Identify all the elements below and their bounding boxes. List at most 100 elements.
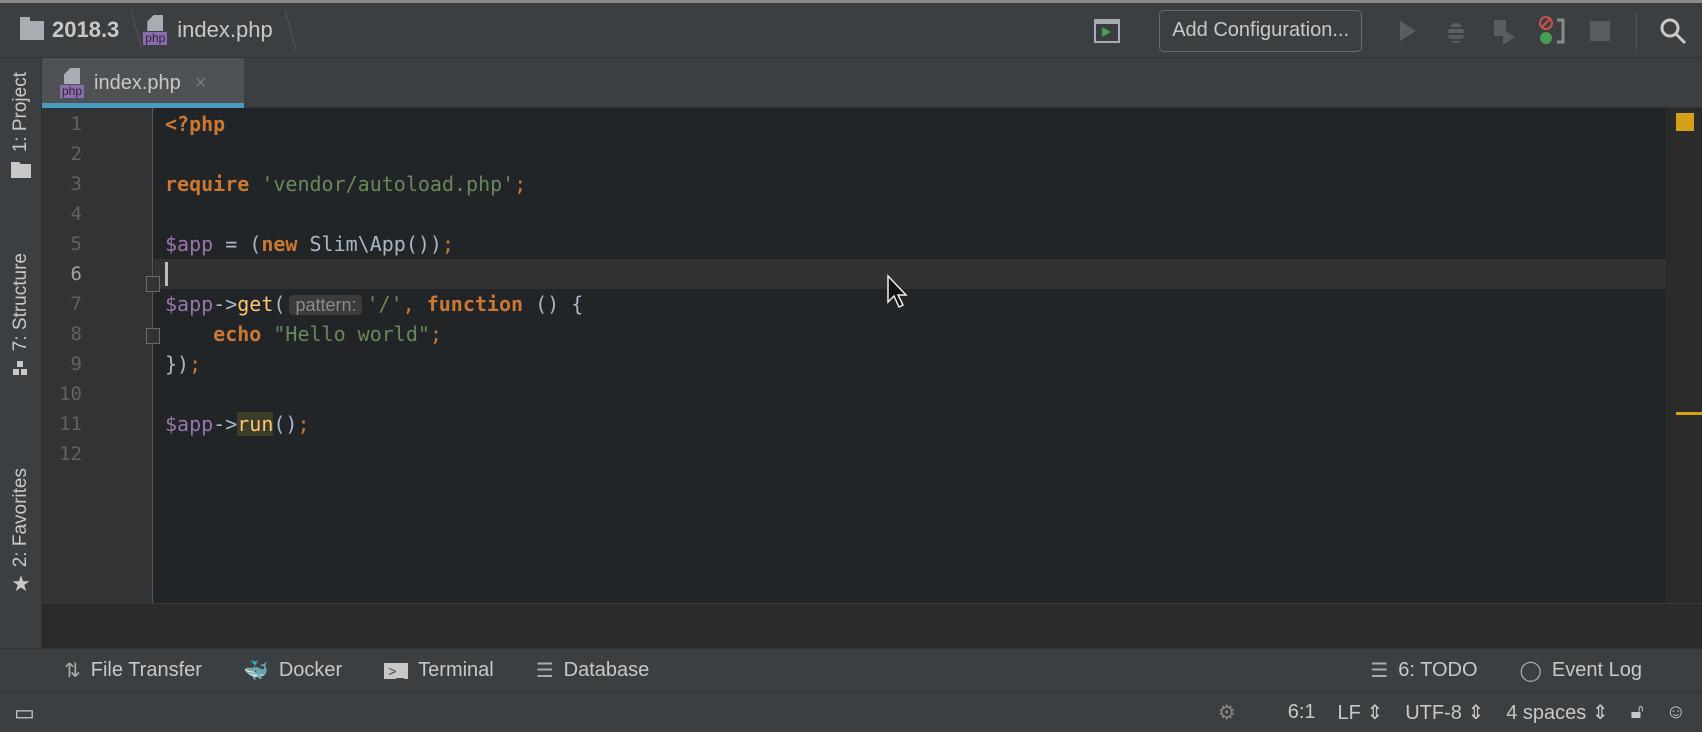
indent-setting[interactable]: 4 spaces ⇕ [1506, 700, 1608, 725]
fold-end-icon[interactable] [146, 328, 160, 344]
close-tab-icon[interactable]: × [195, 72, 207, 95]
line-gutter: 1 2 3 4 5 6 7 8 9 10 11 12 [42, 108, 153, 603]
terminal-icon: >_ [384, 662, 409, 679]
tool-tab-structure[interactable]: 7: Structure [0, 253, 42, 377]
tool-file-transfer[interactable]: ⇅ File Transfer [64, 658, 202, 683]
toggle-tool-windows-icon[interactable]: ▭ [14, 700, 35, 726]
line-number: 11 [59, 413, 82, 435]
navigation-bar: 2018.3 php index.php Add Configuration..… [0, 0, 1702, 58]
line-number: 9 [70, 353, 82, 375]
tool-docker[interactable]: 🐳 Docker [244, 658, 342, 683]
folder-icon [20, 16, 44, 40]
left-tool-strip: 1: Project 7: Structure 2: Favorites ★ [0, 58, 42, 648]
mouse-cursor-icon [887, 274, 908, 309]
code-token: -> [213, 412, 238, 436]
code-line[interactable] [154, 439, 1666, 469]
coverage-icon[interactable] [1489, 16, 1519, 46]
code-token: () { [523, 292, 584, 316]
code-token: () [273, 412, 298, 436]
stop-icon[interactable] [1585, 16, 1615, 46]
code-token: echo [213, 322, 262, 346]
inspection-settings-icon[interactable]: ⚙ [1218, 700, 1236, 725]
lock-icon[interactable]: 🔓︎ [1631, 701, 1644, 724]
code-area[interactable]: <?php require 'vendor/autoload.php'; $app … [154, 108, 1666, 603]
code-line[interactable]: $app->run(); [154, 409, 1666, 439]
line-number: 1 [70, 113, 82, 135]
tool-event-log[interactable]: ◯ Event Log [1520, 658, 1642, 683]
code-token: "Hello world" [273, 322, 430, 346]
text-caret [165, 262, 168, 286]
code-token: ; [514, 172, 527, 196]
code-line[interactable]: require 'vendor/autoload.php'; [154, 169, 1666, 199]
code-token: new [261, 232, 298, 256]
breadcrumb-separator [273, 10, 297, 50]
toolbar-divider [1636, 11, 1637, 50]
code-token: }) [165, 352, 190, 376]
listen-debug-icon[interactable] [1537, 15, 1567, 46]
tool-database[interactable]: ☰ Database [536, 658, 650, 683]
code-token: ; [297, 412, 310, 436]
breadcrumb-file[interactable]: index.php [177, 17, 272, 43]
tool-tab-project[interactable]: 1: Project [0, 72, 42, 179]
tool-todo[interactable]: ☰ 6: TODO [1370, 658, 1477, 683]
tool-tab-favorites[interactable]: 2: Favorites ★ [0, 468, 42, 597]
code-line[interactable]: }); [154, 349, 1666, 379]
run-anything-icon[interactable] [1092, 16, 1122, 46]
usage-marker[interactable] [1676, 412, 1702, 415]
line-number: 3 [70, 173, 82, 195]
line-number: 2 [70, 143, 82, 165]
parameter-hint: pattern: [289, 295, 363, 315]
event-log-icon: ◯ [1519, 660, 1542, 682]
fold-start-icon[interactable] [146, 276, 160, 292]
tab-index-php[interactable]: php index.php × [42, 58, 244, 108]
code-token: function [426, 292, 524, 316]
structure-icon [13, 361, 27, 376]
line-separator[interactable]: LF ⇕ [1338, 700, 1384, 725]
code-editor[interactable]: 1 2 3 4 5 6 7 8 9 10 11 12 <?php require 'vendor/aut… [42, 108, 1702, 603]
code-line[interactable] [154, 259, 1666, 289]
code-token: run [237, 412, 274, 436]
star-icon: ★ [11, 571, 31, 597]
code-token: get [237, 292, 274, 316]
code-token: $app [165, 232, 214, 256]
debug-icon[interactable] [1441, 16, 1471, 46]
breadcrumb-separator [119, 10, 143, 50]
code-token: <?php [165, 112, 226, 136]
add-configuration-button[interactable]: Add Configuration... [1159, 9, 1362, 52]
line-number: 8 [70, 323, 82, 345]
line-number: 12 [59, 443, 82, 465]
code-line[interactable] [154, 199, 1666, 229]
list-icon: ☰ [1370, 660, 1389, 682]
code-line[interactable]: $app->get(pattern: '/', function () { [154, 289, 1666, 319]
editor-tab-bar: php index.php × [42, 58, 1702, 108]
caret-position[interactable]: 6:1 [1288, 701, 1316, 724]
code-line[interactable]: <?php [154, 109, 1666, 139]
code-token: ; [189, 352, 202, 376]
code-line[interactable] [154, 379, 1666, 409]
line-number: 5 [70, 233, 82, 255]
code-token: ; [441, 232, 455, 256]
error-stripe[interactable] [1666, 108, 1702, 603]
run-icon[interactable] [1393, 16, 1423, 46]
code-line[interactable]: echo "Hello world"; [154, 319, 1666, 349]
line-number: 4 [70, 203, 82, 225]
search-icon[interactable] [1658, 16, 1688, 46]
code-line[interactable] [154, 139, 1666, 169]
transfer-icon: ⇅ [64, 660, 81, 682]
warning-marker-icon[interactable] [1676, 113, 1694, 131]
php-file-icon: php [60, 68, 88, 98]
tool-window-bar: ⇅ File Transfer 🐳 Docker >_ Terminal ☰ Datab… [0, 648, 1702, 692]
breadcrumb-project[interactable]: 2018.3 [52, 17, 119, 43]
hector-icon[interactable]: ☺ [1666, 701, 1686, 724]
tool-terminal[interactable]: >_ Terminal [384, 659, 494, 682]
database-icon: ☰ [535, 660, 554, 682]
code-line[interactable]: $app = (new Slim\App()); [154, 229, 1666, 259]
file-encoding[interactable]: UTF-8 ⇕ [1405, 700, 1484, 725]
folder-icon [11, 162, 31, 179]
code-token: Slim\App()) [297, 232, 442, 256]
code-token: -> [213, 292, 238, 316]
code-token: require [165, 172, 250, 196]
php-file-icon: php [143, 15, 171, 45]
